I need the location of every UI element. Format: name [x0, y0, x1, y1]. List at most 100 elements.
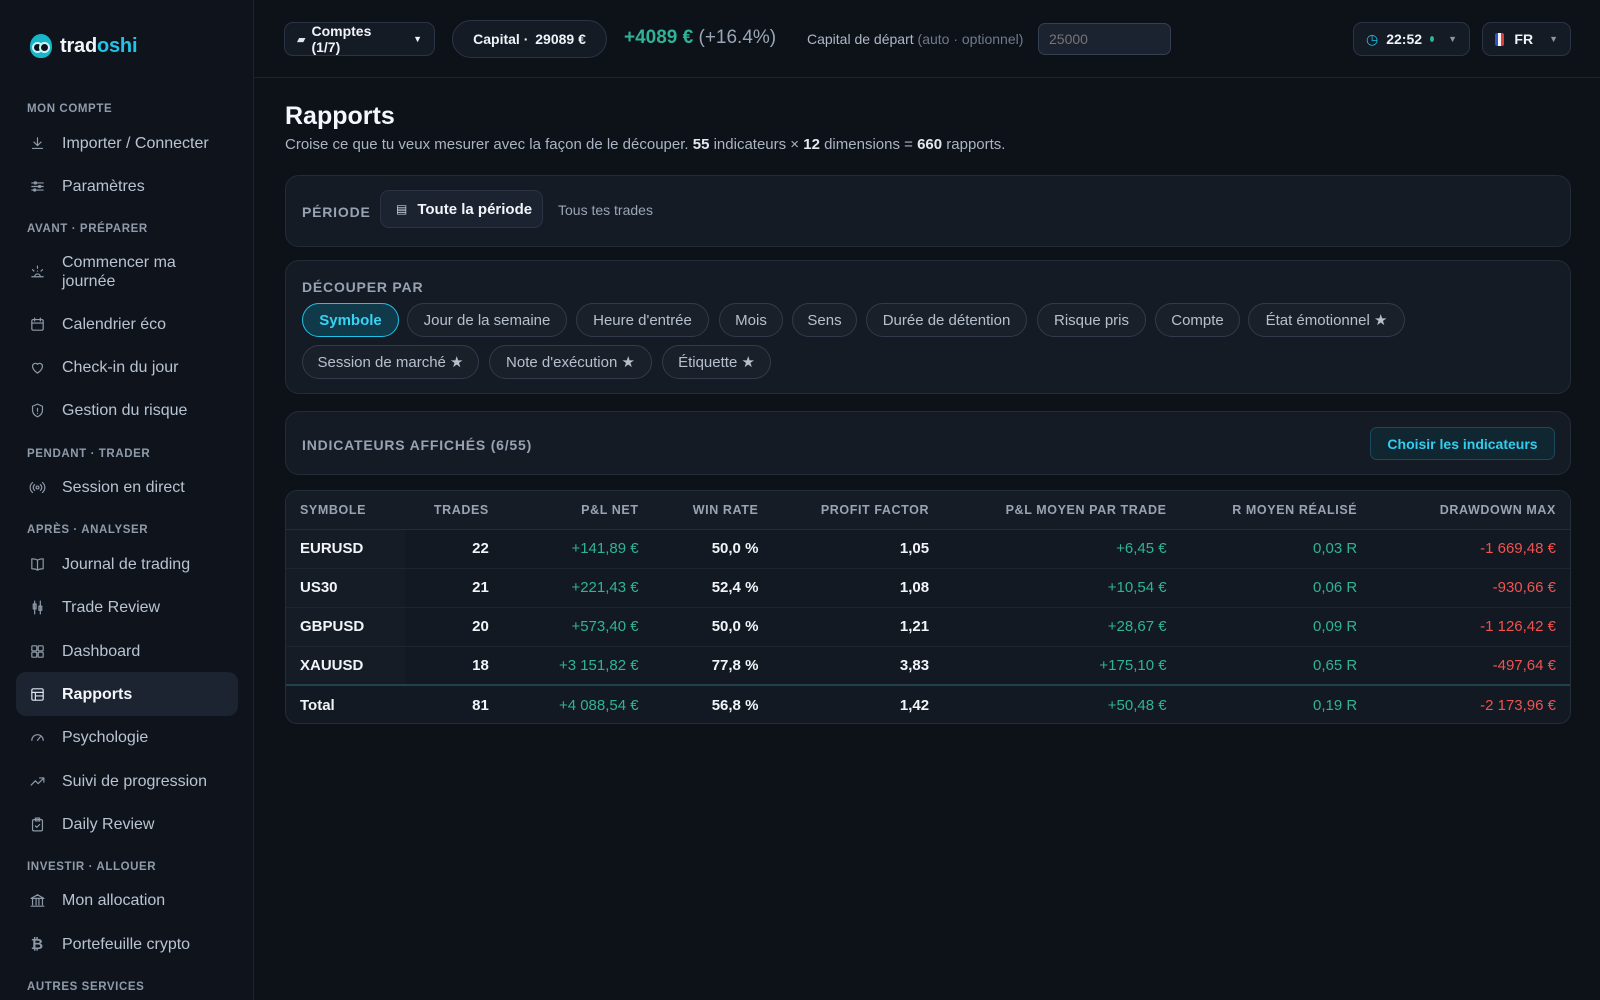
- symbol-cell: US30: [286, 568, 405, 608]
- chip-risque-pris[interactable]: Risque pris: [1037, 303, 1146, 337]
- avg-pnl-cell: +175,10 €: [943, 646, 1181, 686]
- nav-section-autres: AUTRES SERVICES: [27, 981, 145, 993]
- period-selector[interactable]: ▤ Toute la période: [380, 190, 543, 228]
- sidebar-item-session[interactable]: Session en direct: [16, 468, 238, 506]
- capital-value: 29089 €: [535, 31, 586, 47]
- avg-r-cell: 0,06 R: [1180, 568, 1372, 608]
- book-icon: [28, 555, 46, 573]
- status-dot: [1430, 36, 1435, 42]
- chip-sens[interactable]: Sens: [792, 303, 857, 337]
- clock-dropdown[interactable]: ◷ 22:52 ▼: [1353, 22, 1470, 56]
- page-subtitle: Croise ce que tu veux mesurer avec la fa…: [285, 136, 1006, 153]
- drawdown-cell: -1 669,48 €: [1371, 529, 1570, 569]
- sidebar-item-label: Commencer ma journée: [62, 254, 176, 290]
- trending-up-icon: [28, 772, 46, 790]
- period-value: Toute la période: [417, 200, 533, 218]
- sidebar-item-rapports[interactable]: Rapports: [16, 672, 238, 716]
- chip-session-marche[interactable]: Session de marché ★: [302, 345, 479, 379]
- chip-jour-semaine[interactable]: Jour de la semaine: [407, 303, 567, 337]
- sidebar: tradoshi MON COMPTE Importer / Connecter…: [0, 0, 254, 1000]
- chip-note-execution[interactable]: Note d'exécution ★: [489, 345, 652, 379]
- heart-icon: [28, 358, 46, 376]
- table-row[interactable]: GBPUSD 20 +573,40 € 50,0 % 1,21 +28,67 €…: [286, 607, 1570, 647]
- sidebar-item-calendrier[interactable]: Calendrier éco: [16, 305, 238, 343]
- column-header[interactable]: P&L net: [502, 491, 653, 530]
- column-header[interactable]: P&L moyen par trade: [943, 491, 1181, 530]
- column-header[interactable]: Symbole: [286, 491, 405, 530]
- pnl-cell: +3 151,82 €: [502, 646, 653, 686]
- table-row[interactable]: EURUSD 22 +141,89 € 50,0 % 1,05 +6,45 € …: [286, 529, 1570, 569]
- chip-heure-entree[interactable]: Heure d'entrée: [576, 303, 709, 337]
- sidebar-item-label: Gestion du risque: [62, 401, 188, 419]
- sidebar-item-journal[interactable]: Journal de trading: [16, 545, 238, 583]
- chevron-down-icon: ▼: [1448, 34, 1457, 44]
- column-header[interactable]: Drawdown max: [1371, 491, 1570, 530]
- chip-duree-detention[interactable]: Durée de détention: [866, 303, 1027, 337]
- sidebar-item-importer[interactable]: Importer / Connecter: [16, 124, 238, 162]
- sidebar-item-label: Dashboard: [62, 642, 141, 660]
- chip-compte[interactable]: Compte: [1155, 303, 1240, 337]
- list-icon: ▤: [396, 202, 408, 216]
- pnl-value: +4089 €: [624, 27, 694, 48]
- winrate-cell: 52,4 %: [652, 568, 773, 608]
- trades-cell: 81: [404, 684, 503, 723]
- sidebar-item-psychologie[interactable]: Psychologie: [16, 718, 238, 756]
- start-capital-input[interactable]: [1038, 23, 1171, 55]
- period-hint: Tous tes trades: [558, 202, 653, 218]
- sidebar-item-crypto[interactable]: ₿ Portefeuille crypto: [16, 925, 238, 963]
- pnl-cell: +4 088,54 €: [502, 684, 653, 723]
- chip-symbole[interactable]: Symbole: [302, 303, 399, 337]
- winrate-cell: 50,0 %: [652, 607, 773, 647]
- sidebar-item-label: Check-in du jour: [62, 358, 179, 376]
- bitcoin-icon: ₿: [30, 935, 44, 953]
- total-pnl: +4089 € (+16.4%): [624, 27, 776, 49]
- chip-etiquette[interactable]: Étiquette ★: [662, 345, 771, 379]
- table-header-row: Symbole Trades P&L net Win rate Profit f…: [286, 491, 1570, 530]
- sidebar-item-risque[interactable]: Gestion du risque: [16, 391, 238, 429]
- candles-icon: [28, 598, 46, 616]
- nav-section-avant: AVANT · PRÉPARER: [27, 223, 148, 235]
- avg-r-cell: 0,65 R: [1180, 646, 1372, 686]
- broadcast-icon: [28, 478, 46, 496]
- sidebar-item-commencer[interactable]: Commencer ma journée: [16, 244, 238, 300]
- sidebar-item-parametres[interactable]: Paramètres: [16, 167, 238, 205]
- sidebar-item-review[interactable]: Trade Review: [16, 588, 238, 626]
- table-row[interactable]: US30 21 +221,43 € 52,4 % 1,08 +10,54 € 0…: [286, 568, 1570, 608]
- sidebar-item-suivi[interactable]: Suivi de progression: [16, 762, 238, 800]
- chip-etat-emotionnel[interactable]: État émotionnel ★: [1248, 303, 1405, 337]
- brand[interactable]: tradoshi: [30, 32, 138, 60]
- sidebar-item-label: Suivi de progression: [62, 772, 207, 790]
- column-header[interactable]: Win rate: [652, 491, 773, 530]
- sidebar-item-dashboard[interactable]: Dashboard: [16, 632, 238, 670]
- choose-indicators-button[interactable]: Choisir les indicateurs: [1370, 427, 1555, 460]
- capital-badge: Capital · 29089 €: [452, 20, 607, 58]
- trades-cell: 21: [404, 568, 503, 608]
- owl-logo-icon: [30, 34, 52, 58]
- grid-icon: [28, 642, 46, 660]
- flag-fr-icon: [1495, 32, 1505, 46]
- drawdown-cell: -1 126,42 €: [1371, 607, 1570, 647]
- sunrise-icon: [28, 263, 46, 281]
- sidebar-item-daily[interactable]: Daily Review: [16, 805, 238, 843]
- folder-icon: ▰: [297, 33, 306, 46]
- start-capital-label: Capital de départ (auto · optionnel): [807, 31, 1024, 47]
- table-row[interactable]: XAUUSD 18 +3 151,82 € 77,8 % 3,83 +175,1…: [286, 646, 1570, 686]
- page-title: Rapports: [285, 102, 395, 130]
- column-header[interactable]: R moyen réalisé: [1180, 491, 1372, 530]
- avg-r-cell: 0,19 R: [1180, 684, 1372, 723]
- column-header[interactable]: Profit factor: [772, 491, 944, 530]
- capital-label: Capital ·: [473, 31, 533, 47]
- sidebar-item-label: Paramètres: [62, 177, 145, 195]
- nav-section-mon-compte: MON COMPTE: [27, 103, 113, 115]
- sidebar-item-allocation[interactable]: Mon allocation: [16, 881, 238, 919]
- start-capital-hint: (auto · optionnel): [917, 31, 1024, 47]
- language-dropdown[interactable]: FR ▼: [1482, 22, 1571, 56]
- column-header[interactable]: Trades: [404, 491, 503, 530]
- sidebar-item-checkin[interactable]: Check-in du jour: [16, 348, 238, 386]
- profit-factor-cell: 3,83: [772, 646, 944, 686]
- symbol-cell: EURUSD: [286, 529, 405, 569]
- chip-mois[interactable]: Mois: [719, 303, 783, 337]
- nav-section-investir: INVESTIR · ALLOUER: [27, 861, 157, 873]
- accounts-dropdown[interactable]: ▰ Comptes (1/7) ▼: [284, 22, 435, 56]
- drawdown-cell: -497,64 €: [1371, 646, 1570, 686]
